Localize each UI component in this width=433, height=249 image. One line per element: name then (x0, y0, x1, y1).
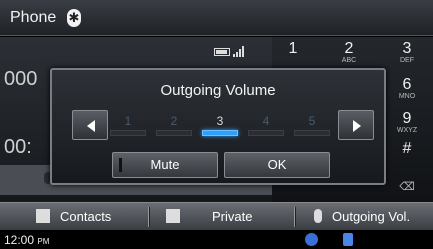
dialog-title: Outgoing Volume (160, 82, 276, 99)
key-6[interactable]: 6 MNO (390, 77, 424, 101)
key-hash[interactable]: # (390, 141, 424, 157)
clock-time: 12:00 (4, 233, 35, 247)
clock: 12:00 PM (4, 233, 49, 247)
key-3[interactable]: 3 DEF (390, 41, 424, 65)
backspace-icon[interactable]: ⌫ (394, 179, 420, 195)
volume-level-4[interactable]: 4 (246, 114, 286, 136)
title-bar: Phone ✱ (0, 0, 433, 36)
call-timer: 00: (4, 136, 32, 158)
arrow-right-icon (353, 120, 361, 132)
call-number: 000 (4, 68, 38, 90)
divider (148, 207, 150, 227)
signal-icon (233, 46, 246, 57)
volume-level-1[interactable]: 1 (108, 114, 148, 136)
key-1[interactable]: 1 (276, 41, 310, 57)
outgoing-volume-label: Outgoing Vol. (332, 209, 411, 224)
arrow-left-icon (87, 120, 95, 132)
page-title: Phone (10, 9, 57, 26)
mute-button[interactable]: Mute (112, 152, 218, 178)
mute-label: Mute (150, 157, 180, 172)
status-bar: 12:00 PM (0, 230, 433, 249)
contacts-icon (36, 209, 50, 223)
ok-label: OK (267, 157, 287, 172)
contacts-label: Contacts (60, 209, 112, 224)
ok-button[interactable]: OK (224, 152, 330, 178)
battery-icon (214, 48, 230, 56)
bluetooth-status-icon (305, 233, 318, 246)
key-2[interactable]: 2 ABC (332, 41, 366, 65)
volume-level-5[interactable]: 5 (292, 114, 332, 136)
bluetooth-icon: ✱ (67, 9, 81, 27)
contacts-button[interactable]: Contacts (0, 203, 146, 231)
volume-level-2[interactable]: 2 (154, 114, 194, 136)
divider (294, 207, 296, 227)
phone-screen: Phone ✱ 000 00: 1 2 ABC 3 DEF 6 MNO 9 WXYZ (0, 0, 433, 249)
volume-level-3[interactable]: 3 (200, 114, 240, 136)
device-status (214, 46, 248, 58)
key-9[interactable]: 9 WXYZ (390, 111, 424, 135)
mute-indicator (119, 158, 122, 172)
bottom-bar: Contacts Private Outgoing Vol. (0, 202, 433, 230)
volume-down-button[interactable] (72, 110, 108, 140)
outgoing-volume-button[interactable]: Outgoing Vol. (298, 203, 433, 231)
outgoing-volume-dialog: Outgoing Volume 1 2 3 4 5 Mute OK (50, 68, 386, 185)
volume-up-button[interactable] (338, 110, 374, 140)
private-label: Private (212, 209, 253, 224)
phone-status-icon (343, 233, 353, 246)
private-button[interactable]: Private (152, 203, 292, 231)
clock-ampm: PM (37, 237, 50, 246)
private-icon (166, 209, 180, 223)
microphone-icon (314, 209, 322, 223)
